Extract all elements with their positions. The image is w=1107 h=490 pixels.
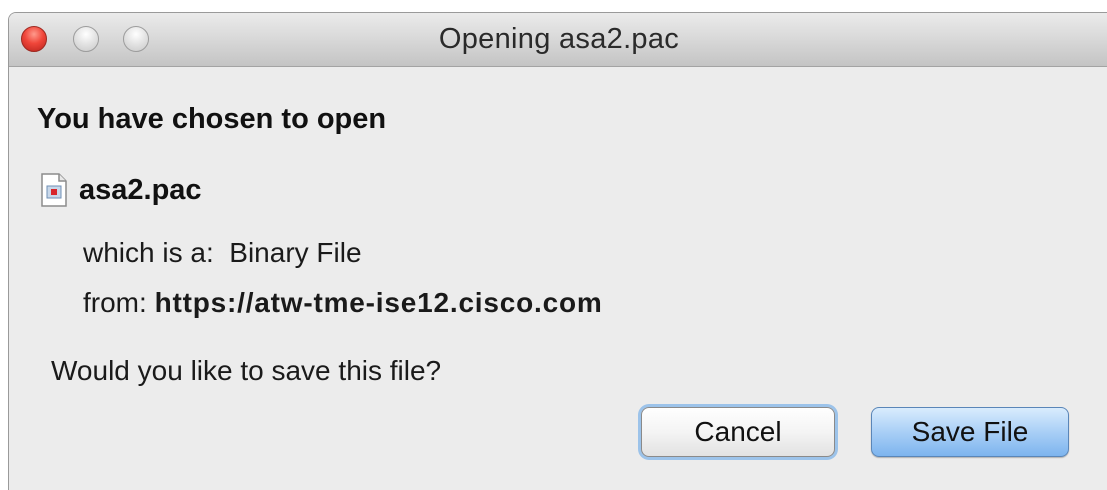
file-source-url: https://atw-tme-ise12.cisco.com xyxy=(154,287,603,318)
file-type-label: which is a: xyxy=(83,237,214,268)
title-bar[interactable]: Opening asa2.pac xyxy=(9,13,1107,67)
file-name: asa2.pac xyxy=(79,173,202,206)
dialog-heading: You have chosen to open xyxy=(37,103,387,135)
file-source-label: from: xyxy=(83,287,147,318)
file-row: asa2.pac xyxy=(41,170,202,210)
file-source-row: from: https://atw-tme-ise12.cisco.com xyxy=(83,287,603,319)
window-title: Opening asa2.pac xyxy=(438,23,680,55)
save-file-button[interactable]: Save File xyxy=(871,407,1069,457)
dialog-content: You have chosen to open asa2.pac which i… xyxy=(9,67,1107,490)
download-dialog-window: Opening asa2.pac You have chosen to open… xyxy=(8,12,1107,490)
file-type-row: which is a: Binary File xyxy=(83,237,362,269)
cancel-button[interactable]: Cancel xyxy=(641,407,835,457)
document-icon xyxy=(41,173,67,207)
file-type-value: Binary File xyxy=(229,237,362,268)
save-question: Would you like to save this file? xyxy=(51,355,442,386)
